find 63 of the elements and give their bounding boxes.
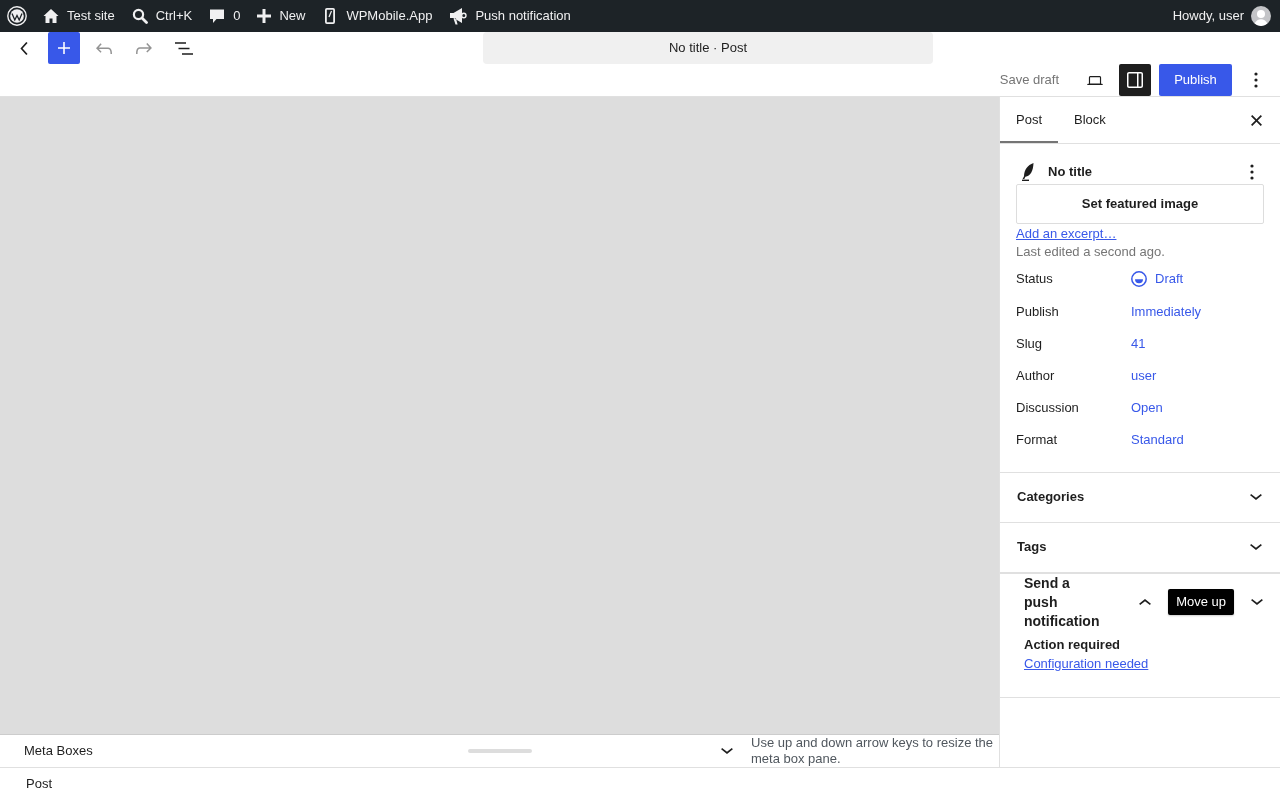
field-label: Status — [1016, 269, 1054, 288]
account-menu-link[interactable]: Howdy, user — [1163, 0, 1280, 32]
chevron-down-icon — [1250, 494, 1262, 500]
add-block-button[interactable] — [48, 32, 80, 64]
monitor-icon — [1087, 75, 1103, 85]
vertical-dots-icon — [1250, 164, 1254, 180]
field-label: Format — [1016, 430, 1059, 449]
phone-icon — [325, 8, 336, 24]
plus-icon — [257, 9, 272, 23]
new-content-link[interactable]: New — [248, 0, 314, 32]
site-link[interactable]: Test site — [34, 0, 123, 32]
sidebar-tab[interactable]: Block — [1058, 97, 1122, 143]
action-required-heading: Action required — [1024, 635, 1122, 654]
plus-icon — [58, 42, 70, 54]
chevron-up-icon — [1139, 599, 1152, 605]
command-palette-link[interactable]: Ctrl+K — [122, 0, 201, 32]
feather-icon — [1022, 163, 1034, 181]
chevron-down-icon — [721, 748, 733, 754]
save-draft-button[interactable]: Save draft — [987, 64, 1071, 96]
avatar-icon — [1251, 6, 1271, 26]
sidebar-tab[interactable]: Post — [1000, 97, 1058, 143]
resize-help-text: Use up and down arrow keys to resize the meta box pane. — [751, 735, 995, 767]
field-label: Author — [1016, 366, 1056, 385]
breadcrumb-button[interactable]: Post — [18, 774, 60, 794]
megaphone-icon — [449, 7, 468, 25]
field-label: Slug — [1016, 334, 1044, 353]
field-value-link[interactable]: user — [1131, 365, 1157, 386]
undo-icon — [96, 42, 112, 54]
logo-icon — [7, 6, 27, 26]
excerpt-link[interactable]: Add an excerpt… — [1016, 225, 1117, 243]
vertical-dots-icon — [1254, 72, 1258, 88]
redo-icon — [136, 42, 152, 54]
field-label: Publish — [1016, 302, 1060, 321]
field-value-link[interactable]: Open — [1131, 397, 1163, 418]
last-edited-text: Last edited a second ago. — [1016, 243, 1166, 260]
home-icon — [43, 8, 59, 24]
sidebar-icon — [1127, 72, 1143, 88]
post-title: No title — [1048, 163, 1093, 182]
field-value-link[interactable]: Standard — [1131, 429, 1184, 450]
list-icon — [175, 41, 193, 55]
publish-button[interactable]: Publish — [1159, 64, 1232, 96]
field-value-link[interactable]: 41 — [1131, 333, 1146, 354]
field-label: Discussion — [1016, 398, 1080, 417]
tooltip: Move up — [1168, 589, 1234, 615]
sidebar-toggle-button[interactable] — [1119, 64, 1151, 96]
push-panel-title: Send a push notification — [1024, 573, 1101, 631]
resize-handle[interactable] — [468, 749, 532, 753]
chevron-left-icon — [20, 41, 28, 55]
search-icon — [131, 8, 148, 24]
push-notification-link[interactable]: Push notification — [440, 0, 579, 32]
field-value-link[interactable]: Draft — [1131, 268, 1184, 289]
comments-link[interactable]: 0 — [200, 0, 249, 32]
comment-icon — [209, 8, 226, 24]
chevron-down-icon — [1251, 599, 1263, 605]
field-value-link[interactable]: Immediately — [1131, 301, 1202, 322]
app-link[interactable]: WPMobile.App — [313, 0, 441, 32]
document-title-bar[interactable]: No title · Post — [483, 32, 933, 64]
close-icon — [1250, 114, 1262, 126]
configuration-link[interactable]: Configuration needed — [1024, 654, 1149, 673]
chevron-down-icon — [1250, 544, 1262, 550]
draft-status-icon — [1131, 270, 1147, 287]
featured-image-button[interactable]: Set featured image — [1016, 184, 1264, 224]
meta-boxes-label: Meta Boxes — [24, 742, 93, 761]
